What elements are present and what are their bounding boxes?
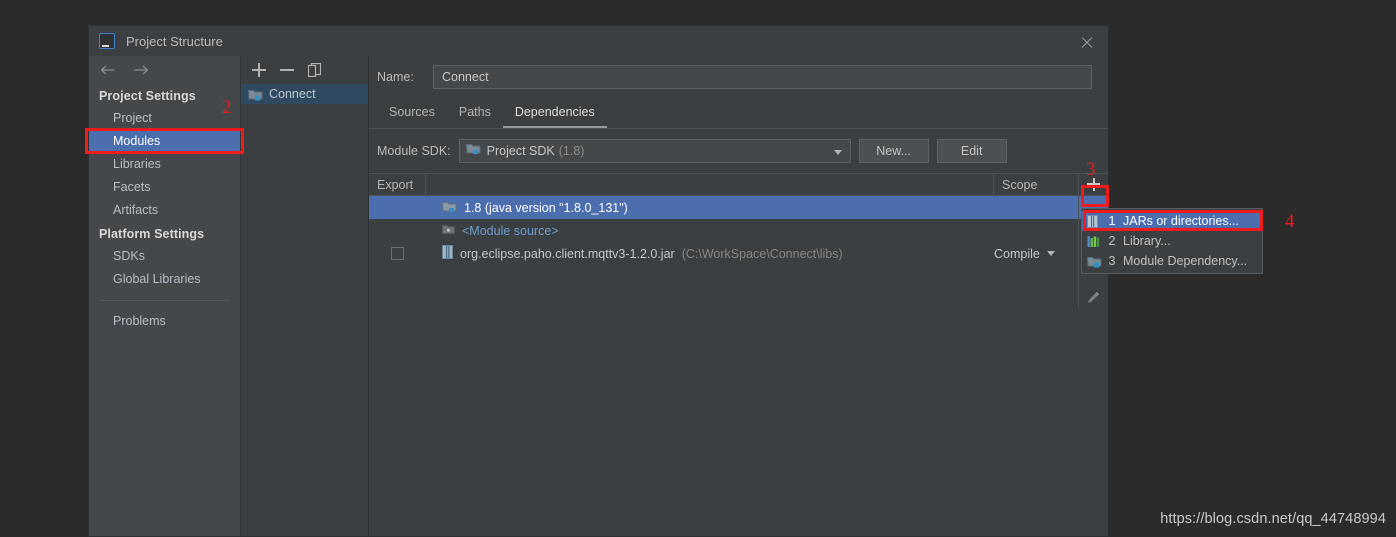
menu-item-label: JARs or directories... [1123, 214, 1240, 228]
sidebar-item-sdks[interactable]: SDKs [89, 245, 240, 268]
sidebar-item-modules[interactable]: Modules [89, 130, 240, 153]
name-label: Name: [377, 70, 414, 84]
library-icon [1087, 235, 1101, 248]
menu-item-library[interactable]: 2 Library... [1082, 231, 1262, 251]
tab-sources[interactable]: Sources [377, 101, 447, 128]
sidebar-group-project-settings: Project Settings [99, 89, 196, 103]
sidebar-item-project[interactable]: Project [89, 107, 240, 130]
menu-item-number: 3 [1108, 254, 1116, 268]
jar-icon [442, 245, 453, 262]
copy-icon[interactable] [307, 62, 322, 78]
plus-icon [1087, 177, 1100, 191]
arrow-right-icon[interactable] [133, 64, 149, 76]
table-body: 1.8 (java version "1.8.0_131") <Module s… [369, 196, 1108, 536]
tab-dependencies[interactable]: Dependencies [502, 101, 607, 128]
plus-icon[interactable] [252, 63, 266, 77]
dialog-titlebar: Project Structure [89, 26, 1108, 56]
jar-icon [1087, 214, 1101, 228]
dependency-name-cell: org.eclipse.paho.client.mqttv3-1.2.0.jar… [426, 245, 994, 262]
sidebar-item-artifacts[interactable]: Artifacts [89, 199, 240, 222]
menu-item-number: 2 [1108, 234, 1116, 248]
intellij-logo-icon [99, 33, 115, 49]
table-row[interactable]: <Module source> [369, 219, 1108, 242]
jdk-icon [465, 142, 481, 160]
dialog-body: Project Settings Project Modules Librari… [89, 56, 1108, 536]
sidebar-item-problems[interactable]: Problems [89, 310, 240, 333]
add-dependency-button[interactable] [1081, 173, 1107, 195]
menu-item-number: 1 [1108, 214, 1116, 228]
menu-item-jars-or-directories[interactable]: 1 JARs or directories... [1082, 211, 1262, 231]
sidebar-divider [99, 300, 230, 301]
table-row[interactable]: 1.8 (java version "1.8.0_131") [369, 196, 1108, 219]
chevron-down-icon [833, 150, 842, 155]
new-sdk-button[interactable]: New... [858, 139, 929, 163]
dialog-title: Project Structure [126, 33, 223, 49]
menu-item-module-dependency[interactable]: 3 Module Dependency... [1082, 251, 1262, 271]
table-row[interactable]: org.eclipse.paho.client.mqttv3-1.2.0.jar… [369, 242, 1108, 265]
chevron-down-icon [1046, 251, 1055, 256]
menu-item-label: Module Dependency... [1123, 254, 1248, 268]
project-structure-dialog: Project Structure Project Settings Proje… [88, 25, 1109, 537]
module-folder-icon [247, 88, 263, 101]
scope-cell[interactable]: Compile [994, 247, 1078, 261]
minus-icon[interactable] [280, 63, 294, 77]
column-header-scope: Scope [1002, 177, 1038, 192]
dependencies-table: Export Scope 1.8 (java version "1.8.0_13… [369, 173, 1108, 536]
tab-paths[interactable]: Paths [447, 101, 503, 128]
export-cell [369, 247, 426, 260]
screen: Project Structure Project Settings Proje… [0, 0, 1396, 537]
edit-dependency-button[interactable] [1081, 286, 1107, 308]
sidebar-item-facets[interactable]: Facets [89, 176, 240, 199]
module-details-panel: Name: Sources Paths Dependencies Module … [369, 56, 1108, 536]
watermark-text: https://blog.csdn.net/qq_44748994 [1160, 511, 1386, 527]
module-sdk-version: (1.8) [558, 144, 585, 158]
module-sdk-select[interactable]: Project SDK (1.8) [458, 139, 851, 163]
pencil-icon [1088, 291, 1099, 303]
scope-value: Compile [994, 246, 1040, 261]
modules-toolbar [241, 56, 368, 84]
module-sdk-label: Module SDK: [377, 144, 451, 158]
module-sdk-row: Module SDK: Project SDK (1.8) New... Edi… [369, 129, 1108, 173]
sidebar-item-libraries[interactable]: Libraries [89, 153, 240, 176]
export-checkbox[interactable] [391, 247, 404, 260]
jdk-icon [441, 200, 457, 216]
dependency-name: 1.8 (java version "1.8.0_131") [464, 200, 628, 215]
dependency-name-cell: 1.8 (java version "1.8.0_131") [426, 200, 994, 216]
module-folder-icon [1086, 255, 1102, 268]
module-sdk-value: Project SDK [486, 144, 555, 158]
module-tabs: Sources Paths Dependencies [369, 98, 1108, 128]
modules-list-panel: Connect [241, 56, 369, 536]
annotation-number-4: 4 [1285, 211, 1295, 232]
dependency-path: (C:\WorkSpace\Connect\libs) [681, 246, 843, 261]
close-icon[interactable] [1080, 36, 1094, 50]
sidebar-nav-arrows [89, 56, 240, 84]
dependency-name: org.eclipse.paho.client.mqttv3-1.2.0.jar [460, 246, 675, 261]
column-header-name [426, 174, 994, 195]
arrow-left-icon[interactable] [100, 64, 116, 76]
settings-sidebar: Project Settings Project Modules Librari… [89, 56, 241, 536]
module-name: Connect [269, 87, 316, 101]
module-name-row: Name: [369, 56, 1108, 98]
sidebar-item-global-libraries[interactable]: Global Libraries [89, 268, 240, 291]
dependency-name: <Module source> [462, 223, 559, 238]
edit-sdk-button[interactable]: Edit [936, 139, 1007, 163]
menu-item-label: Library... [1123, 234, 1171, 248]
list-item[interactable]: Connect [241, 84, 368, 104]
dependency-name-cell: <Module source> [426, 223, 994, 239]
column-header-export: Export [369, 174, 426, 195]
name-input[interactable] [433, 65, 1092, 89]
module-source-icon [442, 223, 455, 239]
table-header: Export Scope [369, 173, 1108, 196]
sidebar-group-platform-settings: Platform Settings [99, 227, 205, 241]
add-dependency-menu: 1 JARs or directories... 2 Library... 3 … [1081, 208, 1263, 274]
